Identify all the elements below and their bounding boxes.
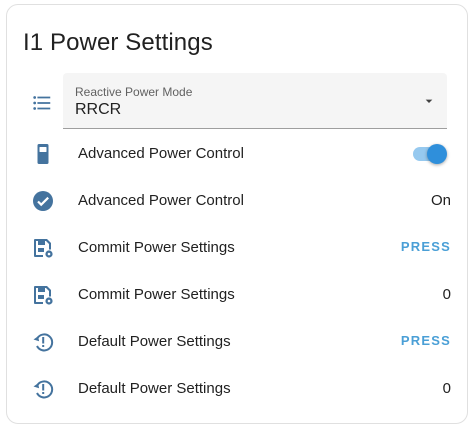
row-value: 0 bbox=[442, 286, 451, 303]
check-circle-icon bbox=[31, 189, 55, 213]
row-value: On bbox=[430, 192, 451, 209]
content-save-cog-icon bbox=[31, 236, 55, 260]
select-value: RRCR bbox=[75, 101, 122, 118]
power-settings-card: I1 Power Settings Reactive Power Mode RR… bbox=[6, 4, 468, 424]
default-power-settings-value-row: Default Power Settings 0 bbox=[7, 366, 467, 412]
content-save-cog-icon bbox=[31, 283, 55, 307]
format-list-bulleted-icon bbox=[31, 92, 53, 114]
row-label: Commit Power Settings bbox=[78, 239, 235, 256]
row-label: Advanced Power Control bbox=[78, 192, 244, 209]
commit-press-button[interactable]: PRESS bbox=[401, 239, 451, 254]
advanced-power-control-toggle[interactable] bbox=[411, 144, 447, 164]
restore-alert-icon bbox=[31, 377, 55, 401]
advanced-power-control-switch-row: Advanced Power Control bbox=[7, 131, 467, 177]
restore-alert-icon bbox=[31, 330, 55, 354]
row-value: 0 bbox=[442, 380, 451, 397]
row-label: Default Power Settings bbox=[78, 380, 231, 397]
row-label: Advanced Power Control bbox=[78, 145, 244, 162]
default-power-settings-button-row: Default Power Settings PRESS bbox=[7, 319, 467, 365]
commit-power-settings-value-row: Commit Power Settings 0 bbox=[7, 272, 467, 318]
row-label: Default Power Settings bbox=[78, 333, 231, 350]
toggle-thumb bbox=[427, 144, 447, 164]
row-label: Commit Power Settings bbox=[78, 286, 235, 303]
reactive-power-mode-row: Reactive Power Mode RRCR bbox=[7, 73, 467, 131]
default-press-button[interactable]: PRESS bbox=[401, 333, 451, 348]
battery-icon bbox=[31, 142, 55, 166]
card-title: I1 Power Settings bbox=[23, 29, 213, 56]
reactive-power-mode-select[interactable]: Reactive Power Mode RRCR bbox=[63, 73, 447, 129]
advanced-power-control-state-row: Advanced Power Control On bbox=[7, 178, 467, 224]
menu-down-icon[interactable] bbox=[421, 93, 437, 109]
select-label: Reactive Power Mode bbox=[75, 85, 193, 99]
commit-power-settings-button-row: Commit Power Settings PRESS bbox=[7, 225, 467, 271]
